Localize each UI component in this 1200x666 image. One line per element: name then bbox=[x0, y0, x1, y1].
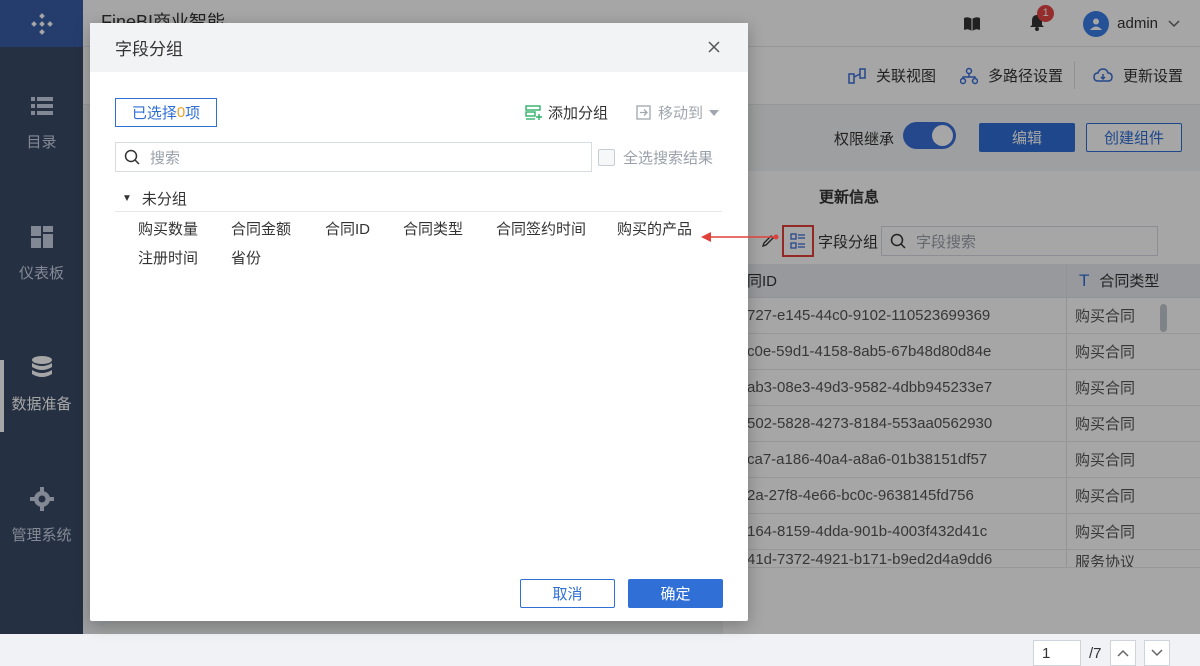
field-item[interactable]: 合同金额 bbox=[231, 218, 291, 239]
field-item[interactable]: 购买数量 bbox=[138, 218, 198, 239]
caret-down-icon: ▼ bbox=[122, 193, 132, 204]
select-all-label: 全选搜索结果 bbox=[623, 150, 714, 167]
move-to-label: 移动到 bbox=[658, 105, 704, 122]
selected-suffix: 项 bbox=[185, 105, 201, 122]
page-input[interactable]: 1 bbox=[1033, 640, 1081, 666]
move-icon bbox=[636, 105, 651, 120]
selected-count: 0 bbox=[176, 104, 186, 121]
add-group-label: 添加分组 bbox=[548, 105, 609, 122]
field-group-dialog: 字段分组 已选择 0 项 添加分组 移动到 搜索 全选搜索结果 ▼ 未分组 购买数量… bbox=[90, 23, 748, 621]
chevron-up-icon bbox=[1116, 649, 1129, 657]
ungrouped-group-header[interactable]: ▼ 未分组 bbox=[122, 188, 187, 209]
annotation-arrow bbox=[701, 232, 779, 242]
selected-count-button[interactable]: 已选择 0 项 bbox=[115, 98, 217, 127]
move-to-button[interactable]: 移动到 bbox=[636, 102, 725, 123]
ungrouped-label: 未分组 bbox=[141, 191, 187, 208]
caret-down-icon bbox=[709, 109, 720, 116]
field-item[interactable]: 合同类型 bbox=[403, 218, 463, 239]
chevron-down-icon bbox=[1150, 649, 1163, 657]
cancel-button[interactable]: 取消 bbox=[520, 579, 615, 608]
pagination: 1 /7 bbox=[1033, 640, 1178, 666]
search-placeholder: 搜索 bbox=[150, 149, 181, 167]
page-up-button[interactable] bbox=[1109, 640, 1136, 666]
field-item[interactable]: 合同签约时间 bbox=[496, 218, 586, 239]
checkbox-box bbox=[598, 149, 615, 166]
selected-prefix: 已选择 bbox=[131, 105, 177, 122]
dialog-header: 字段分组 bbox=[90, 23, 748, 72]
add-group-icon bbox=[525, 104, 542, 120]
search-icon bbox=[124, 149, 140, 165]
confirm-button[interactable]: 确定 bbox=[628, 579, 723, 608]
field-item[interactable]: 注册时间 bbox=[138, 247, 198, 268]
add-group-button[interactable]: 添加分组 bbox=[525, 102, 608, 123]
field-item[interactable]: 省份 bbox=[231, 247, 261, 268]
select-all-results-checkbox[interactable]: 全选搜索结果 bbox=[598, 147, 713, 168]
dialog-title: 字段分组 bbox=[115, 40, 183, 59]
dialog-search-input[interactable]: 搜索 bbox=[115, 142, 592, 172]
field-item[interactable]: 合同ID bbox=[325, 218, 370, 239]
close-icon[interactable] bbox=[706, 39, 722, 55]
field-item[interactable]: 购买的产品 bbox=[617, 218, 692, 239]
page-down-button[interactable] bbox=[1143, 640, 1170, 666]
page-total: /7 bbox=[1089, 644, 1102, 662]
group-divider bbox=[115, 211, 722, 212]
